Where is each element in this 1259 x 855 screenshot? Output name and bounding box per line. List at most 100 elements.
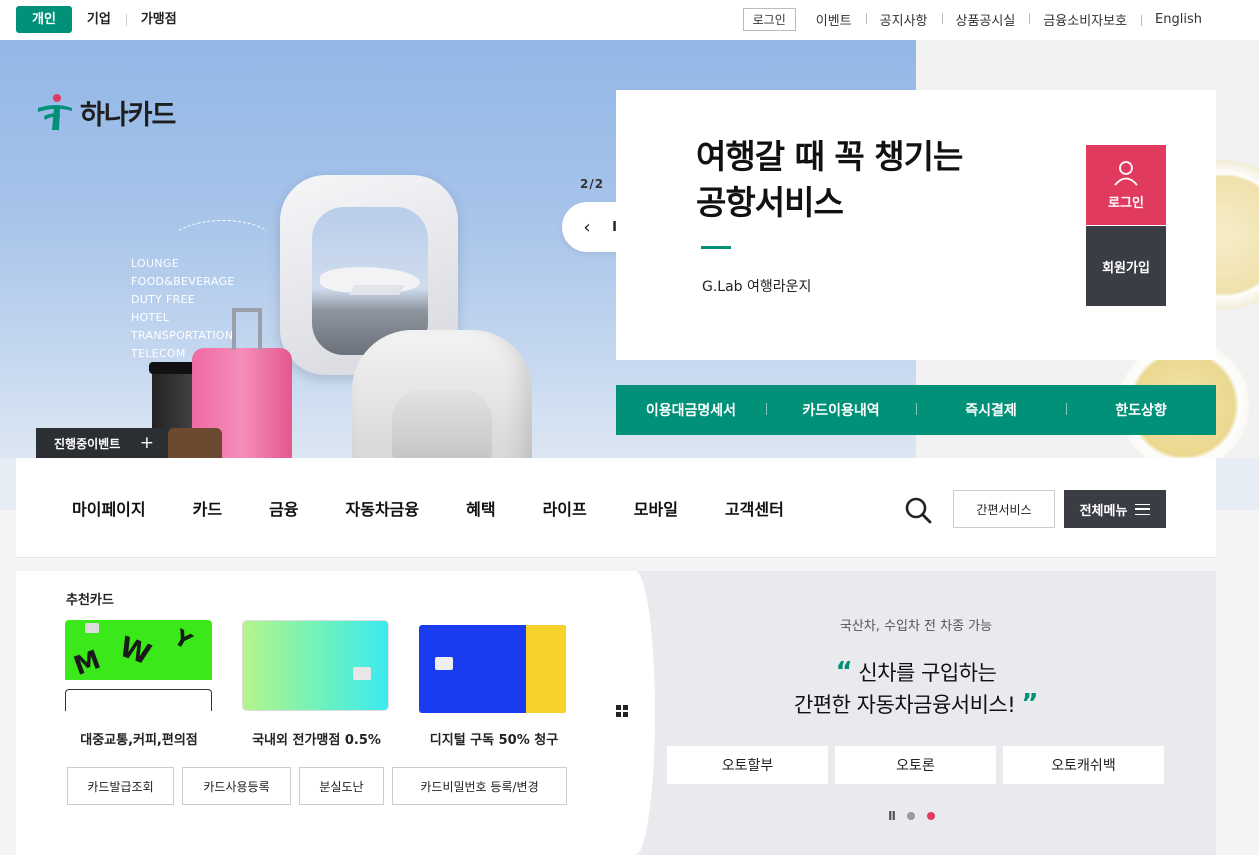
auto-cashback-button[interactable]: 오토캐쉬백 [1003, 746, 1164, 784]
accent-bar [701, 246, 731, 249]
auto-pager: II [888, 809, 935, 823]
auto-finance-buttons: 오토할부 오토론 오토캐쉬백 [667, 746, 1164, 784]
svg-text:Y: Y [168, 625, 196, 656]
promo-subtitle: G.Lab 여행라운지 [702, 279, 812, 295]
keyword: HOTEL [131, 311, 170, 324]
pager-dot-active[interactable] [926, 812, 935, 820]
top-login-button[interactable]: 로그인 [742, 8, 796, 31]
main-menu: 마이페이지 카드 금융 자동차금융 혜택 라이프 모바일 고객센터 [72, 458, 831, 558]
login-button[interactable]: 로그인 [1086, 145, 1166, 225]
card-chip [353, 667, 371, 680]
keyword: LOUNGE [131, 257, 179, 270]
quick-link-limit-increase[interactable]: 한도상향 [1066, 400, 1216, 420]
promo-title-line: 여행갈 때 꼭 챙기는 [696, 137, 963, 176]
card-issue-inquiry-button[interactable]: 카드발급조회 [67, 767, 174, 805]
card-names: 대중교통,커피,편의점 국내외 전가맹점 0.5% 디지털 구독 50% 청구 [65, 729, 568, 748]
card-back [65, 689, 212, 711]
link-english[interactable]: English [1141, 12, 1216, 27]
link-events[interactable]: 이벤트 [802, 10, 866, 29]
auto-finance-section: 국산차, 수입차 전 차종 가능 “ 신차를 구입하는 간편한 자동차금융서비스… [615, 571, 1216, 855]
pager-dot[interactable] [906, 812, 915, 820]
customer-type-tabs: 개인 기업 가맹점 [16, 6, 192, 33]
svg-text:M: M [70, 645, 105, 680]
tab-merchant[interactable]: 가맹점 [125, 6, 192, 33]
plus-icon: + [139, 433, 154, 453]
nav-item-customer-center[interactable]: 고객센터 [725, 496, 784, 520]
quick-link-statement[interactable]: 이용대금명세서 [616, 400, 766, 420]
card-image-cashback[interactable] [242, 620, 389, 711]
user-icon [1114, 160, 1138, 186]
svg-text:W: W [115, 630, 155, 672]
keyword: TRANSPORTATION [131, 329, 234, 342]
headline-text: 간편한 자동차금융서비스! [794, 693, 1016, 717]
ongoing-events-button[interactable]: 진행중이벤트 + [36, 428, 168, 458]
card-pin-button[interactable]: 카드비밀번호 등록/변경 [392, 767, 567, 805]
lounge-chair-image [352, 330, 532, 458]
easy-service-button[interactable]: 간편서비스 [953, 490, 1055, 528]
keyword: FOOD&BEVERAGE [131, 275, 235, 288]
card-name[interactable]: 대중교통,커피,편의점 [65, 729, 213, 748]
ongoing-events-label: 진행중이벤트 [54, 436, 121, 451]
section-title: 추천카드 [66, 593, 114, 608]
keyword: DUTY FREE [131, 293, 196, 306]
nav-item-mypage[interactable]: 마이페이지 [72, 496, 146, 520]
link-notices[interactable]: 공지사항 [865, 10, 942, 29]
slide-counter: 2/2 [580, 177, 605, 191]
promo-title-line: 공항서비스 [696, 183, 844, 222]
card-image-transport[interactable]: M W Y [65, 620, 212, 711]
card-front: M W Y [65, 620, 212, 680]
tab-business[interactable]: 기업 [72, 6, 126, 33]
nav-item-life[interactable]: 라이프 [543, 496, 587, 520]
tab-personal[interactable]: 개인 [16, 6, 72, 33]
card-pattern: M W Y [70, 623, 197, 680]
login-label: 로그인 [1108, 195, 1144, 211]
hero-keywords: LOUNGE FOOD&BEVERAGE DUTY FREE HOTEL TRA… [131, 255, 235, 363]
all-menu-label: 전체메뉴 [1079, 503, 1128, 519]
close-quote-icon: ” [1021, 689, 1038, 719]
card-image-digital-subscription[interactable] [419, 625, 566, 713]
card-name[interactable]: 디지털 구독 50% 청구 [420, 729, 568, 748]
promo-card: 여행갈 때 꼭 챙기는 공항서비스 G.Lab 여행라운지 로그인 회원가입 [616, 90, 1216, 360]
chevron-left-icon[interactable]: ‹ [575, 217, 599, 238]
nav-item-finance[interactable]: 금융 [269, 496, 298, 520]
auto-eyebrow: 국산차, 수입차 전 차종 가능 [839, 619, 993, 634]
signup-button[interactable]: 회원가입 [1086, 226, 1166, 306]
recommended-cards-section: 추천카드 M W Y 대중교통,커피,편의점 국내외 전가맹점 0.5% 디지털… [16, 571, 616, 855]
auto-headline: “ 신차를 구입하는 간편한 자동차금융서비스! ” [616, 657, 1216, 721]
auto-headline-line-2: 간편한 자동차금융서비스! ” [616, 689, 1216, 721]
auto-loan-button[interactable]: 오토론 [835, 746, 996, 784]
open-quote-icon: “ [835, 657, 853, 687]
brand-name: 하나카드 [80, 99, 176, 131]
card-service-buttons: 카드발급조회 카드사용등록 분실도난 카드비밀번호 등록/변경 [67, 767, 567, 805]
top-utility-bar: 개인 기업 가맹점 로그인 이벤트 공지사항 상품공시실 금융소비자보호 Eng… [0, 0, 1259, 40]
suitcase-handle [232, 308, 262, 350]
main-navigation: 마이페이지 카드 금융 자동차금융 혜택 라이프 모바일 고객센터 간편서비스 … [16, 458, 1216, 558]
nav-item-benefits[interactable]: 혜택 [466, 496, 495, 520]
search-icon[interactable] [904, 496, 932, 524]
headline-text: 신차를 구입하는 [858, 661, 997, 685]
card-name[interactable]: 국내외 전가맹점 0.5% [243, 729, 391, 748]
pause-icon[interactable]: II [888, 809, 896, 823]
card-chip [435, 657, 453, 670]
airplane-wing [349, 285, 405, 295]
hana-logo-icon [38, 94, 72, 130]
utility-links: 로그인 이벤트 공지사항 상품공시실 금융소비자보호 English [742, 8, 1216, 31]
quick-links-bar: 이용대금명세서 카드이용내역 즉시결제 한도상향 [616, 385, 1216, 435]
link-consumer-protection[interactable]: 금융소비자보호 [1029, 10, 1141, 29]
lost-stolen-button[interactable]: 분실도난 [299, 767, 384, 805]
page-background [1216, 510, 1259, 855]
nav-item-card[interactable]: 카드 [193, 496, 222, 520]
link-product-disclosure[interactable]: 상품공시실 [941, 10, 1030, 29]
hana-card-logo[interactable]: 하나카드 [36, 92, 176, 132]
nav-item-auto-finance[interactable]: 자동차금융 [346, 496, 420, 520]
card-pattern [526, 625, 566, 713]
promo-title[interactable]: 여행갈 때 꼭 챙기는 공항서비스 [696, 134, 963, 226]
quick-link-instant-payment[interactable]: 즉시결제 [916, 400, 1066, 420]
card-registration-button[interactable]: 카드사용등록 [182, 767, 291, 805]
hamburger-icon [1135, 503, 1151, 515]
nav-item-mobile[interactable]: 모바일 [634, 496, 678, 520]
quick-link-usage-history[interactable]: 카드이용내역 [766, 400, 916, 420]
auto-installment-button[interactable]: 오토할부 [667, 746, 828, 784]
auto-headline-line-1: “ 신차를 구입하는 [616, 657, 1216, 689]
all-menu-button[interactable]: 전체메뉴 [1064, 490, 1166, 528]
